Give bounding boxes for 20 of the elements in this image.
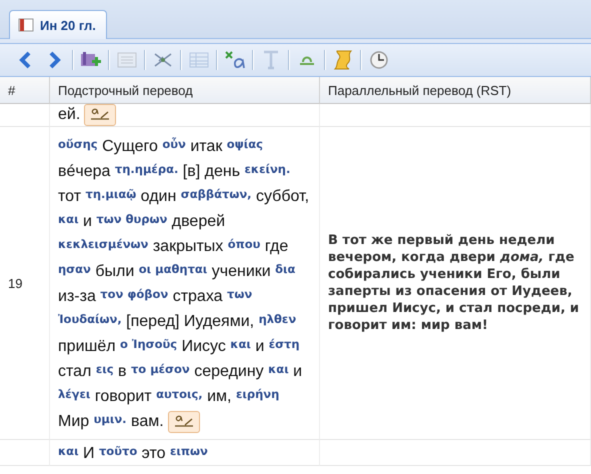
scroll-icon	[332, 49, 354, 71]
column-header[interactable]: #	[0, 77, 50, 104]
book-plus-icon	[80, 51, 102, 69]
text-t-icon	[262, 50, 280, 70]
note-button[interactable]	[84, 104, 116, 126]
alpha-icon	[224, 50, 246, 70]
table-icon	[189, 52, 209, 68]
note-button[interactable]	[168, 411, 200, 433]
column-header[interactable]: Подстрочный перевод	[50, 77, 320, 104]
document-tab[interactable]: Ин 20 гл.	[9, 10, 107, 39]
clock-icon	[369, 50, 389, 70]
nodes-icon	[153, 51, 173, 69]
parallel-text: В тот же первый день недели вечером, когда двери дома, где собирались ученики Его, были заперты из опасения от Иудеев, пришел Иисус, и стал посреди, и говорит им: мир вам!	[328, 232, 580, 334]
column-header[interactable]: Параллельный перевод (RST)	[320, 77, 591, 104]
row-number: 19	[8, 276, 22, 291]
book-icon	[18, 17, 34, 33]
interlinear-text: $^{οὔσης}$ Сущего $^{οὖν}$ итак $^{οψίας}$ вéчера $^{τη.ημέρα.}$ [в] день $^{εκείνη.}$ тот $^{τη.μιαῷ}$ один $^{σαββάτων,}$ суббот, $^{και}$ и $^{των θυρων}$ дверей $^{κεκλεισμένων}$ закрытых $^{όπου}$ где $^{ησαν}$ были $^{οι μαθηται}$ ученики $^{δια}$ из-за $^{τον φόβον}$ страха $^{των}$ $^{Ἰουδαίων,}$ [перед] Иудеями, $^{ηλθεν}$ пришёл $^{ο Ἰησοῦς}$ Иисус $^{και}$ и $^{έστη}$ стал $^{εις}$ в $^{το μέσον}$ середину $^{και}$ и $^{λέγει}$ говорит $^{αυτοις,}$ им, $^{ειρήνη}$ Мир $^{υμιν.}$ вам.	[58, 133, 311, 434]
interlinear-text: $^{και}$ И $^{τοῦτο}$ это $^{ειπων}$	[58, 443, 208, 464]
document-icon	[117, 52, 137, 68]
interlinear-text: ей.	[58, 104, 116, 126]
